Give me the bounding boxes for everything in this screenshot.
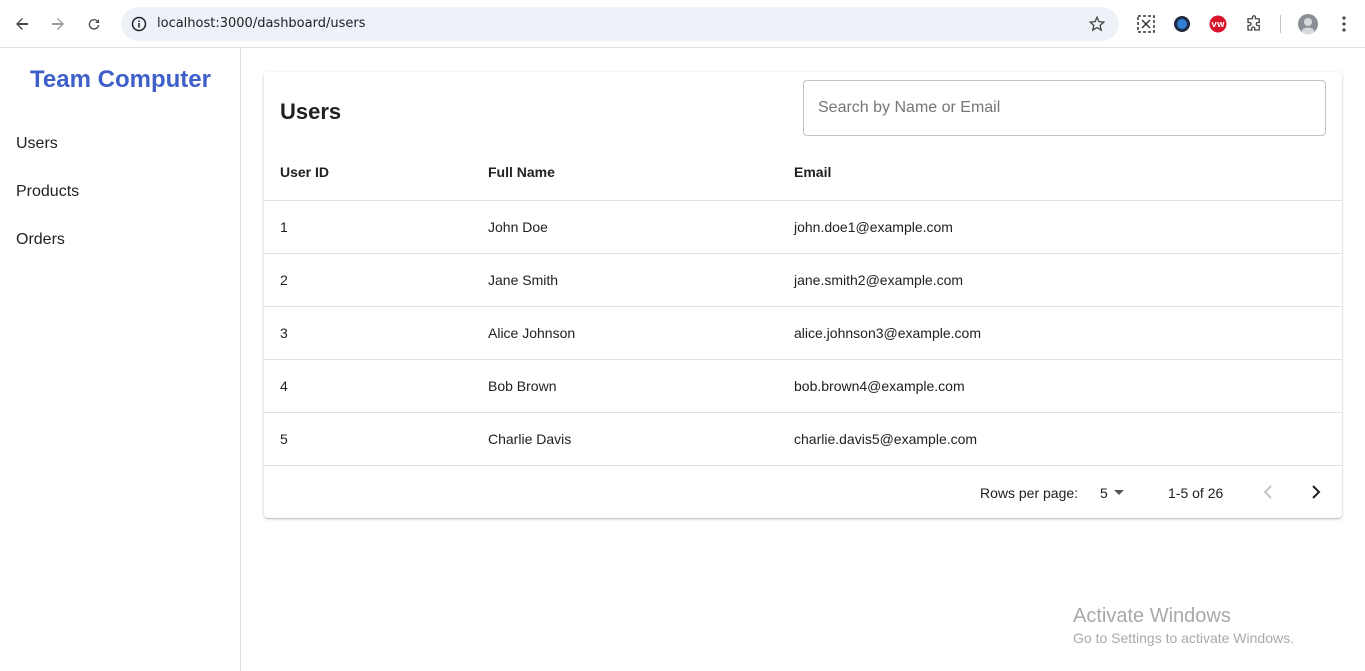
cell-user-id: 1	[264, 200, 472, 254]
previous-page-button[interactable]	[1254, 478, 1282, 506]
reload-icon[interactable]	[81, 11, 107, 37]
sidebar-item-users[interactable]: Users	[16, 135, 58, 153]
search-input[interactable]	[804, 81, 1325, 135]
blue-extension-icon[interactable]	[1170, 12, 1194, 36]
rows-per-page-label: Rows per page:	[980, 485, 1079, 501]
sidebar: Team Computer Users Products Orders	[0, 48, 241, 671]
pagination-range: 1-5 of 26	[1168, 485, 1224, 501]
users-table: User ID Full Name Email 1 John Doe john.…	[264, 144, 1342, 466]
column-header-user-id[interactable]: User ID	[264, 144, 472, 201]
column-header-full-name[interactable]: Full Name	[472, 144, 778, 201]
rows-per-page-value[interactable]: 5	[1100, 485, 1108, 501]
activate-windows-subtitle: Go to Settings to activate Windows.	[1073, 630, 1294, 646]
chevron-left-icon	[1263, 485, 1272, 499]
rows-per-page-select[interactable]: 5	[1100, 483, 1132, 503]
screenshot-extension-icon[interactable]	[1134, 12, 1158, 36]
table-pagination: Rows per page: 5 1-5 of 26	[264, 466, 1342, 518]
cell-email: alice.johnson3@example.com	[778, 306, 1342, 360]
cell-user-id: 5	[264, 412, 472, 466]
profile-avatar-icon[interactable]	[1296, 12, 1320, 36]
cell-user-id: 4	[264, 359, 472, 413]
table-row[interactable]: 4 Bob Brown bob.brown4@example.com	[264, 359, 1342, 413]
next-page-button[interactable]	[1302, 478, 1330, 506]
cell-full-name: Jane Smith	[472, 253, 778, 307]
cell-email: charlie.davis5@example.com	[778, 412, 1342, 466]
cell-email: bob.brown4@example.com	[778, 359, 1342, 413]
cell-full-name: Charlie Davis	[472, 412, 778, 466]
cell-full-name: John Doe	[472, 200, 778, 254]
table-row[interactable]: 1 John Doe john.doe1@example.com	[264, 200, 1342, 254]
cell-user-id: 2	[264, 253, 472, 307]
cell-user-id: 3	[264, 306, 472, 360]
table-header-row: User ID Full Name Email	[264, 144, 1342, 201]
sidebar-item-orders[interactable]: Orders	[16, 231, 65, 249]
table-row[interactable]: 3 Alice Johnson alice.johnson3@example.c…	[264, 306, 1342, 360]
back-arrow-icon[interactable]	[9, 11, 35, 37]
info-icon[interactable]	[129, 14, 149, 34]
cell-email: jane.smith2@example.com	[778, 253, 1342, 307]
cell-email: john.doe1@example.com	[778, 200, 1342, 254]
page-title: Users	[280, 99, 342, 124]
puzzle-icon[interactable]	[1242, 12, 1266, 36]
sidebar-item-products[interactable]: Products	[16, 183, 79, 201]
vw-extension-icon[interactable]: VW	[1206, 12, 1230, 36]
table-row[interactable]: 5 Charlie Davis charlie.davis5@example.c…	[264, 412, 1342, 466]
star-icon[interactable]	[1087, 14, 1107, 34]
chevron-right-icon	[1312, 485, 1321, 499]
search-field[interactable]	[803, 80, 1326, 136]
cell-full-name: Bob Brown	[472, 359, 778, 413]
users-card: Users User ID Full Name Email 1 John Doe…	[264, 72, 1342, 518]
svg-text:VW: VW	[1211, 21, 1224, 29]
toolbar-divider	[1280, 15, 1281, 33]
activate-windows-title: Activate Windows	[1073, 605, 1231, 627]
column-header-email[interactable]: Email	[778, 144, 1342, 201]
kebab-menu-icon[interactable]	[1332, 12, 1356, 36]
cell-full-name: Alice Johnson	[472, 306, 778, 360]
address-bar[interactable]: localhost:3000/dashboard/users	[121, 7, 1119, 41]
url-text[interactable]: localhost:3000/dashboard/users	[157, 16, 365, 31]
browser-toolbar: localhost:3000/dashboard/users VW	[0, 0, 1365, 48]
brand-title: Team Computer	[30, 66, 211, 93]
table-row[interactable]: 2 Jane Smith jane.smith2@example.com	[264, 253, 1342, 307]
caret-down-icon[interactable]	[1113, 490, 1124, 496]
forward-arrow-icon[interactable]	[45, 11, 71, 37]
